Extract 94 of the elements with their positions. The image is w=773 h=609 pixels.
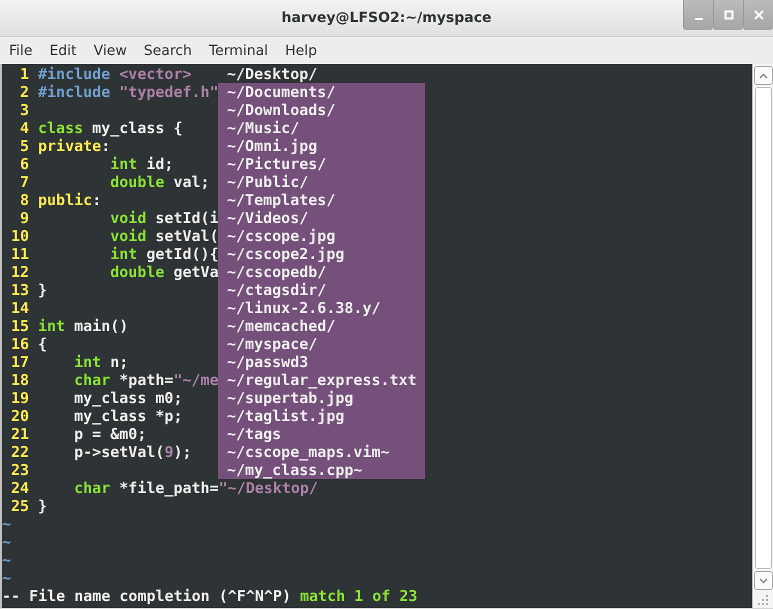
menu-item[interactable]: Terminal xyxy=(208,40,276,60)
resize-grip-icon[interactable] xyxy=(757,594,769,606)
code-line: p = &m0; xyxy=(73,425,146,443)
code-line: char *file_path="~/Desktop/ xyxy=(73,479,318,497)
minimize-button[interactable] xyxy=(683,0,713,30)
code-line: char *path="~/me xyxy=(73,371,219,389)
code-line: class my_class { xyxy=(38,119,182,137)
completion-item[interactable]: ~/cscopedb/ xyxy=(218,263,425,281)
line-number: 6 xyxy=(18,155,30,173)
line-number: 22 xyxy=(10,443,30,461)
code-line: p->setVal(9); xyxy=(73,443,192,461)
scroll-up-button[interactable] xyxy=(754,66,772,85)
code-line: #include "typedef.h" xyxy=(38,83,219,101)
completion-item[interactable]: ~/cscope_maps.vim~ xyxy=(218,443,425,461)
completion-item[interactable]: ~/regular_express.txt xyxy=(218,371,425,389)
code-line: { xyxy=(38,335,48,353)
code-line: int main() xyxy=(38,317,128,335)
chevron-down-icon xyxy=(758,578,768,584)
code-line: } xyxy=(38,281,48,299)
completion-item[interactable]: ~/cscope.jpg xyxy=(218,227,425,245)
code-line: void setVal( xyxy=(109,227,219,245)
close-icon xyxy=(754,10,764,20)
chevron-up-icon xyxy=(758,72,768,78)
line-number: 16 xyxy=(10,335,30,353)
line-number: 21 xyxy=(10,425,30,443)
line-number: 4 xyxy=(18,119,30,137)
window-title: harvey@LFSO2:~/myspace xyxy=(281,10,492,26)
line-number: 23 xyxy=(10,461,30,479)
scrollbar-thumb[interactable] xyxy=(754,87,772,569)
line-number: 7 xyxy=(18,173,30,191)
code-line: } xyxy=(38,497,48,515)
line-number: 12 xyxy=(10,263,30,281)
empty-line-marker: ~ xyxy=(2,515,12,533)
menu-item[interactable]: File xyxy=(8,40,40,60)
completion-item[interactable]: ~/Templates/ xyxy=(218,191,425,209)
line-number: 25 xyxy=(10,497,30,515)
minimize-icon xyxy=(694,18,702,20)
completion-item[interactable]: ~/Music/ xyxy=(218,119,425,137)
completion-item[interactable]: ~/Public/ xyxy=(218,173,425,191)
line-number: 15 xyxy=(10,317,30,335)
menu-item[interactable]: Search xyxy=(142,40,200,60)
code-line: #include <vector> xyxy=(38,65,192,83)
completion-item[interactable]: ~/Documents/ xyxy=(218,83,425,101)
line-number: 20 xyxy=(10,407,30,425)
line-number: 2 xyxy=(18,83,30,101)
code-line: int n; xyxy=(73,353,128,371)
menu-item[interactable]: Edit xyxy=(48,40,85,60)
completion-item[interactable]: ~/Omni.jpg xyxy=(218,137,425,155)
completion-item[interactable]: ~/Downloads/ xyxy=(218,101,425,119)
line-number: 24 xyxy=(10,479,30,497)
completion-item[interactable]: ~/passwd3 xyxy=(218,353,425,371)
line-number: 9 xyxy=(18,209,30,227)
completion-item[interactable]: ~/memcached/ xyxy=(218,317,425,335)
code-line: double val; xyxy=(109,173,210,191)
code-line: double getVa xyxy=(109,263,219,281)
close-button[interactable] xyxy=(743,0,773,30)
line-number: 10 xyxy=(10,227,30,245)
mode-message: -- File name completion (^F^N^P) xyxy=(2,587,291,605)
line-number: 13 xyxy=(10,281,30,299)
line-number: 19 xyxy=(10,389,30,407)
completion-item[interactable]: ~/Pictures/ xyxy=(218,155,425,173)
code-line: void setId(i xyxy=(109,209,219,227)
code-line: public: xyxy=(38,191,102,209)
line-number: 18 xyxy=(10,371,30,389)
empty-line-marker: ~ xyxy=(2,533,12,551)
line-number: 17 xyxy=(10,353,30,371)
code-line: int id; xyxy=(109,155,174,173)
line-number: 3 xyxy=(18,101,30,119)
completion-item[interactable]: ~/linux-2.6.38.y/ xyxy=(218,299,425,317)
line-number: 11 xyxy=(10,245,30,263)
completion-item[interactable]: ~/ctagsdir/ xyxy=(218,281,425,299)
match-count: match 1 of 23 xyxy=(300,587,418,605)
empty-line-marker: ~ xyxy=(2,569,12,587)
line-number: 1 xyxy=(18,65,30,83)
menu-item[interactable]: Help xyxy=(284,40,325,60)
code-line: private: xyxy=(38,137,110,155)
completion-item[interactable]: ~/myspace/ xyxy=(218,335,425,353)
code-line: int getId(){ xyxy=(109,245,219,263)
completion-item[interactable]: ~/taglist.jpg xyxy=(218,407,425,425)
line-number: 5 xyxy=(18,137,30,155)
line-number: 14 xyxy=(10,299,30,317)
completion-item[interactable]: ~/supertab.jpg xyxy=(218,389,425,407)
menu-item[interactable]: View xyxy=(92,40,135,60)
code-line: my_class *p; xyxy=(73,407,182,425)
code-line: my_class m0; xyxy=(73,389,182,407)
empty-line-marker: ~ xyxy=(2,551,12,569)
completion-item[interactable]: ~/my_class.cpp~ xyxy=(218,461,425,479)
completion-item[interactable]: ~/Videos/ xyxy=(218,209,425,227)
line-number: 8 xyxy=(18,191,30,209)
maximize-icon xyxy=(724,10,734,20)
maximize-button[interactable] xyxy=(713,0,743,30)
completion-item[interactable]: ~/tags xyxy=(218,425,425,443)
completion-item[interactable]: ~/cscope2.jpg xyxy=(218,245,425,263)
scroll-down-button[interactable] xyxy=(754,571,772,590)
